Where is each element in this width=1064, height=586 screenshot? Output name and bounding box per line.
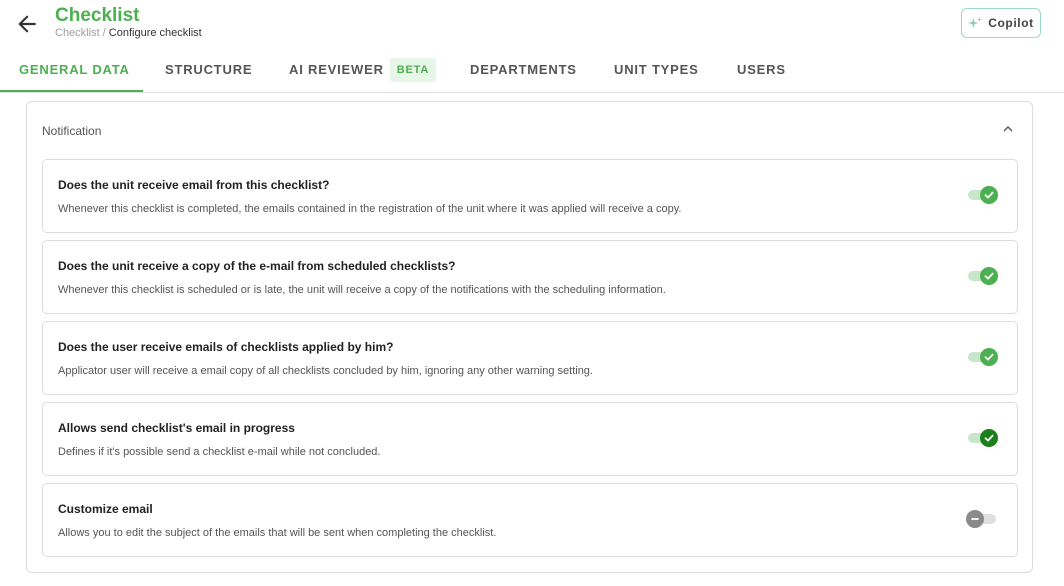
setting-card: Customize email Allows you to edit the s… xyxy=(42,483,1018,557)
tab-label: USERS xyxy=(737,62,786,77)
notification-panel: Notification Does the unit receive email… xyxy=(26,101,1033,573)
setting-description: Defines if it's possible send a checklis… xyxy=(58,446,381,458)
setting-card: Allows send checklist's email in progres… xyxy=(42,402,1018,476)
panel-title: Notification xyxy=(42,124,102,138)
sparkle-icon xyxy=(968,16,983,29)
tab-label: AI REVIEWER xyxy=(289,62,384,77)
setting-title: Customize email xyxy=(58,502,153,516)
setting-card: Does the user receive emails of checklis… xyxy=(42,321,1018,395)
copilot-button[interactable]: Copilot xyxy=(961,8,1041,38)
toggle-knob xyxy=(980,429,998,447)
tab-general-data[interactable]: GENERAL DATA xyxy=(19,52,130,93)
tab-departments[interactable]: DEPARTMENTS xyxy=(470,52,577,93)
page-title: Checklist xyxy=(55,5,140,26)
setting-card: Does the unit receive email from this ch… xyxy=(42,159,1018,233)
check-icon xyxy=(984,191,994,199)
check-icon xyxy=(984,272,994,280)
chevron-up-icon[interactable] xyxy=(1001,122,1015,136)
tab-ai-reviewer[interactable]: AI REVIEWER BETA xyxy=(289,52,437,93)
setting-description: Allows you to edit the subject of the em… xyxy=(58,527,497,539)
tab-label: GENERAL DATA xyxy=(19,62,130,77)
copilot-label: Copilot xyxy=(988,16,1034,30)
setting-toggle[interactable] xyxy=(964,264,1000,288)
minus-icon xyxy=(971,518,979,520)
toggle-knob xyxy=(980,186,998,204)
setting-description: Whenever this checklist is scheduled or … xyxy=(58,284,666,296)
tab-unit-types[interactable]: UNIT TYPES xyxy=(614,52,699,93)
setting-title: Does the unit receive email from this ch… xyxy=(58,178,330,192)
setting-toggle[interactable] xyxy=(964,507,1000,531)
tab-label: DEPARTMENTS xyxy=(470,62,577,77)
setting-description: Whenever this checklist is completed, th… xyxy=(58,203,682,215)
setting-card: Does the unit receive a copy of the e-ma… xyxy=(42,240,1018,314)
breadcrumb-parent-link[interactable]: Checklist xyxy=(55,27,100,39)
breadcrumb: Checklist / Configure checklist xyxy=(55,27,202,39)
tab-bar: GENERAL DATA STRUCTURE AI REVIEWER BETA D… xyxy=(0,52,1064,93)
breadcrumb-separator: / xyxy=(99,27,109,39)
tab-users[interactable]: USERS xyxy=(737,52,786,93)
setting-title: Does the unit receive a copy of the e-ma… xyxy=(58,259,456,273)
toggle-knob xyxy=(966,510,984,528)
setting-title: Allows send checklist's email in progres… xyxy=(58,421,295,435)
page-header: Checklist Checklist / Configure checklis… xyxy=(0,0,1064,48)
back-arrow-icon[interactable] xyxy=(14,11,40,37)
setting-toggle[interactable] xyxy=(964,345,1000,369)
breadcrumb-current: Configure checklist xyxy=(108,27,202,39)
setting-toggle[interactable] xyxy=(964,426,1000,450)
check-icon xyxy=(984,434,994,442)
setting-toggle[interactable] xyxy=(964,183,1000,207)
beta-badge: BETA xyxy=(389,57,437,82)
active-tab-indicator xyxy=(0,90,143,92)
tab-label: UNIT TYPES xyxy=(614,62,699,77)
toggle-knob xyxy=(980,267,998,285)
tab-structure[interactable]: STRUCTURE xyxy=(165,52,252,93)
setting-title: Does the user receive emails of checklis… xyxy=(58,340,394,354)
toggle-knob xyxy=(980,348,998,366)
check-icon xyxy=(984,353,994,361)
setting-description: Applicator user will receive a email cop… xyxy=(58,365,593,377)
tab-label: STRUCTURE xyxy=(165,62,253,77)
